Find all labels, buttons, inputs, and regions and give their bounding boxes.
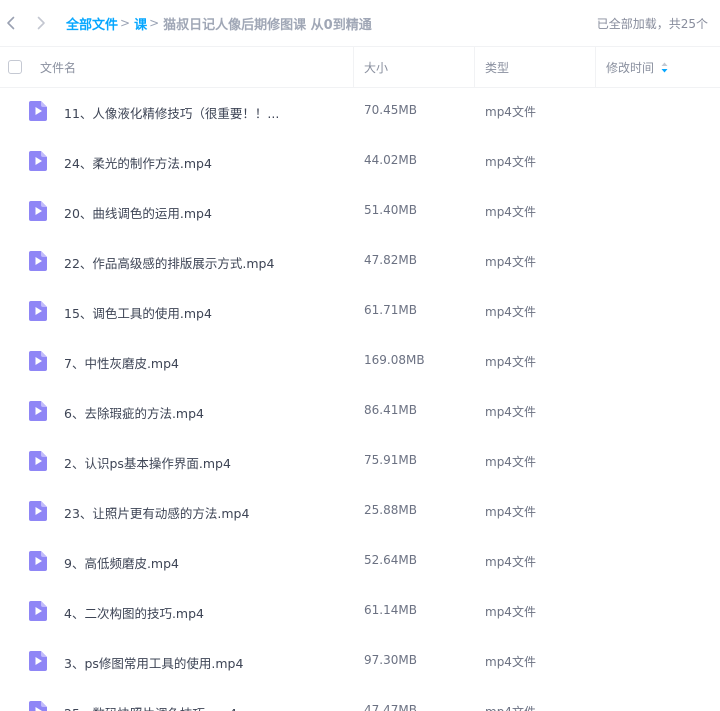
column-header-type[interactable]: 类型 (485, 47, 509, 87)
video-file-icon (28, 100, 48, 122)
file-name[interactable]: 2、认识ps基本操作界面.mp4 (64, 453, 231, 472)
file-name[interactable]: 3、ps修图常用工具的使用.mp4 (64, 653, 243, 672)
table-header: 文件名 大小 类型 修改时间 (0, 46, 720, 88)
column-divider (595, 47, 596, 87)
column-divider (353, 47, 354, 87)
file-type: mp4文件 (485, 555, 536, 569)
file-size: 75.91MB (364, 453, 417, 467)
file-type: mp4文件 (485, 105, 536, 119)
file-type: mp4文件 (485, 605, 536, 619)
breadcrumb: 全部文件 > 课 > 猫叔日记人像后期修图课 从0到精通 (66, 14, 372, 33)
breadcrumb-separator-icon: > (120, 16, 131, 30)
video-file-icon (28, 450, 48, 472)
breadcrumb-parent[interactable]: 课 (134, 14, 147, 33)
file-type: mp4文件 (485, 155, 536, 169)
file-type: mp4文件 (485, 205, 536, 219)
load-status: 已全部加载，共25个 (596, 17, 708, 31)
file-size: 51.40MB (364, 203, 417, 217)
video-file-icon (28, 700, 48, 711)
chevron-right-icon[interactable] (30, 12, 52, 34)
video-file-icon (28, 200, 48, 222)
table-row[interactable]: 25、数码快照片调色技巧.mp4 47.47MB mp4文件 (0, 686, 720, 711)
column-divider (474, 47, 475, 87)
file-type: mp4文件 (485, 505, 536, 519)
column-header-modified-label: 修改时间 (606, 60, 655, 75)
file-size: 47.47MB (364, 703, 417, 711)
table-row[interactable]: 11、人像液化精修技巧（很重要！！... 70.45MB mp4文件 (0, 86, 720, 136)
file-name[interactable]: 23、让照片更有动感的方法.mp4 (64, 503, 249, 522)
video-file-icon (28, 500, 48, 522)
file-size: 70.45MB (364, 103, 417, 117)
file-name[interactable]: 7、中性灰磨皮.mp4 (64, 353, 179, 372)
video-file-icon (28, 250, 48, 272)
table-row[interactable]: 24、柔光的制作方法.mp4 44.02MB mp4文件 (0, 136, 720, 186)
table-row[interactable]: 7、中性灰磨皮.mp4 169.08MB mp4文件 (0, 336, 720, 386)
video-file-icon (28, 550, 48, 572)
table-row[interactable]: 15、调色工具的使用.mp4 61.71MB mp4文件 (0, 286, 720, 336)
file-name[interactable]: 11、人像液化精修技巧（很重要！！... (64, 103, 279, 122)
breadcrumb-root[interactable]: 全部文件 (66, 14, 118, 33)
column-header-size[interactable]: 大小 (364, 47, 388, 87)
video-file-icon (28, 150, 48, 172)
table-row[interactable]: 6、去除瑕疵的方法.mp4 86.41MB mp4文件 (0, 386, 720, 436)
file-name[interactable]: 15、调色工具的使用.mp4 (64, 303, 212, 322)
column-header-modified[interactable]: 修改时间 (606, 47, 668, 87)
file-name[interactable]: 20、曲线调色的运用.mp4 (64, 203, 212, 222)
file-type: mp4文件 (485, 655, 536, 669)
file-size: 169.08MB (364, 353, 425, 367)
breadcrumb-current: 猫叔日记人像后期修图课 从0到精通 (163, 17, 372, 33)
file-name[interactable]: 9、高低频磨皮.mp4 (64, 553, 179, 572)
table-row[interactable]: 20、曲线调色的运用.mp4 51.40MB mp4文件 (0, 186, 720, 236)
file-size: 44.02MB (364, 153, 417, 167)
file-size: 86.41MB (364, 403, 417, 417)
file-type: mp4文件 (485, 355, 536, 369)
file-size: 61.71MB (364, 303, 417, 317)
video-file-icon (28, 350, 48, 372)
breadcrumb-separator-icon: > (149, 16, 160, 30)
file-name[interactable]: 6、去除瑕疵的方法.mp4 (64, 403, 204, 422)
table-row[interactable]: 23、让照片更有动感的方法.mp4 25.88MB mp4文件 (0, 486, 720, 536)
file-type: mp4文件 (485, 305, 536, 319)
table-row[interactable]: 3、ps修图常用工具的使用.mp4 97.30MB mp4文件 (0, 636, 720, 686)
file-size: 97.30MB (364, 653, 417, 667)
file-browser: 全部文件 > 课 > 猫叔日记人像后期修图课 从0到精通 已全部加载，共25个 … (0, 0, 720, 711)
breadcrumb-bar: 全部文件 > 课 > 猫叔日记人像后期修图课 从0到精通 已全部加载，共25个 (0, 0, 720, 46)
table-row[interactable]: 4、二次构图的技巧.mp4 61.14MB mp4文件 (0, 586, 720, 636)
file-size: 47.82MB (364, 253, 417, 267)
file-name[interactable]: 22、作品高级感的排版展示方式.mp4 (64, 253, 274, 272)
file-type: mp4文件 (485, 703, 536, 711)
column-header-name[interactable]: 文件名 (40, 47, 76, 87)
file-name[interactable]: 25、数码快照片调色技巧.mp4 (64, 703, 237, 711)
file-type: mp4文件 (485, 405, 536, 419)
file-type: mp4文件 (485, 455, 536, 469)
video-file-icon (28, 650, 48, 672)
file-size: 25.88MB (364, 503, 417, 517)
sort-icon[interactable] (661, 62, 668, 73)
video-file-icon (28, 600, 48, 622)
table-row[interactable]: 22、作品高级感的排版展示方式.mp4 47.82MB mp4文件 (0, 236, 720, 286)
select-all-checkbox[interactable] (8, 60, 22, 74)
table-row[interactable]: 2、认识ps基本操作界面.mp4 75.91MB mp4文件 (0, 436, 720, 486)
file-type: mp4文件 (485, 255, 536, 269)
video-file-icon (28, 300, 48, 322)
file-name[interactable]: 24、柔光的制作方法.mp4 (64, 153, 212, 172)
select-all-checkbox-cell (8, 47, 22, 87)
file-size: 61.14MB (364, 603, 417, 617)
table-row[interactable]: 9、高低频磨皮.mp4 52.64MB mp4文件 (0, 536, 720, 586)
video-file-icon (28, 400, 48, 422)
file-size: 52.64MB (364, 553, 417, 567)
file-name[interactable]: 4、二次构图的技巧.mp4 (64, 603, 204, 622)
file-list: 11、人像液化精修技巧（很重要！！... 70.45MB mp4文件 24、柔光的制作… (0, 86, 720, 711)
chevron-left-icon[interactable] (0, 12, 22, 34)
